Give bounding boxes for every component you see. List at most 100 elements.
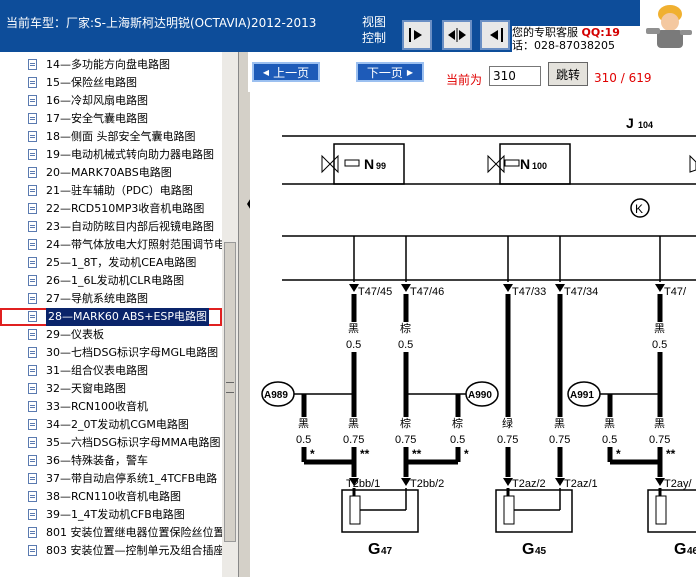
sidebar-item[interactable]: 20—MARK70ABS电路图	[0, 164, 222, 182]
document-icon	[28, 473, 37, 484]
sidebar-item-label: 24—带气体放电大灯照射范围调节电	[46, 238, 222, 251]
sidebar-item[interactable]: 23—自动防眩目内部后视镜电路图	[0, 218, 222, 236]
sidebar-item-label: 20—MARK70ABS电路图	[46, 166, 172, 179]
document-icon	[28, 527, 37, 538]
page-count: 310 / 619	[594, 71, 652, 85]
fit-width-icon	[448, 28, 466, 42]
sidebar-item[interactable]: 36—特殊装备，警车	[0, 452, 222, 470]
sidebar-item-label: 29—仪表板	[46, 328, 104, 341]
sidebar-item-label: 38—RCN110收音机电路图	[46, 490, 181, 503]
sidebar-item-label: 28—MARK60 ABS+ESP电路图	[46, 308, 210, 326]
jump-button[interactable]: 跳转	[548, 62, 588, 86]
document-icon	[28, 77, 37, 88]
wire-color: 黑	[348, 417, 359, 430]
sidebar-item[interactable]: 14—多功能方向盘电路图	[0, 56, 222, 74]
wire-color: 棕	[400, 321, 411, 335]
sidebar-item-label: 30—七档DSG标识字母MGL电路图	[46, 346, 219, 359]
svg-text:A991: A991	[570, 390, 594, 401]
j-label: J	[626, 115, 634, 131]
arrow-right-icon	[409, 28, 422, 42]
sidebar-item[interactable]: 22—RCD510MP3收音机电路图	[0, 200, 222, 218]
document-icon	[28, 203, 37, 214]
sidebar-item[interactable]: 33—RCN100收音机	[0, 398, 222, 416]
sensor-name: G	[522, 541, 534, 558]
sidebar-item[interactable]: 803 安装位置—控制单元及组合插座	[0, 542, 222, 560]
service-phone: 话：028-87038205	[512, 39, 615, 52]
wire-color: 黑	[654, 322, 665, 335]
sidebar-item[interactable]: 30—七档DSG标识字母MGL电路图	[0, 344, 222, 362]
view-fit-both-button[interactable]	[442, 20, 472, 50]
sidebar-item[interactable]: 25—1_8T，发动机CEA电路图	[0, 254, 222, 272]
sidebar-item[interactable]: 801 安装位置继电器位置保险丝位置	[0, 524, 222, 542]
wire-size: 0.5	[346, 339, 361, 351]
sidebar-item[interactable]: 27—导航系统电路图	[0, 290, 222, 308]
wire-color: 黑	[348, 322, 359, 335]
wire-color: 黑	[298, 417, 309, 430]
sensor-sub: 46	[687, 546, 696, 557]
wire-size: 0.5	[652, 339, 667, 351]
sidebar-item[interactable]: 34—2_0T发动机CGM电路图	[0, 416, 222, 434]
connector-label: T47/45	[358, 286, 392, 298]
sidebar-item[interactable]: 18—侧面 头部安全气囊电路图	[0, 128, 222, 146]
sidebar-item[interactable]: 29—仪表板	[0, 326, 222, 344]
sidebar-item[interactable]: 31—组合仪表电路图	[0, 362, 222, 380]
connector-label: T47/	[664, 286, 687, 298]
sidebar-item[interactable]: 38—RCN110收音机电路图	[0, 488, 222, 506]
view-fit-right-button[interactable]	[402, 20, 432, 50]
sidebar-item-label: 37—带自动启停系统1_4TCFB电路	[46, 472, 218, 485]
sidebar-item[interactable]: 26—1_6L发动机CLR电路图	[0, 272, 222, 290]
sidebar-item[interactable]: 39—1_4T发动机CFB电路图	[0, 506, 222, 524]
document-icon	[28, 329, 37, 340]
view-fit-left-button[interactable]	[480, 20, 510, 50]
connector-label: T47/34	[564, 286, 598, 298]
sidebar-item[interactable]: 21—驻车辅助（PDC）电路图	[0, 182, 222, 200]
sensor-name: G	[368, 541, 380, 558]
document-icon	[28, 167, 37, 178]
sidebar-item-label: 32—天窗电路图	[46, 382, 126, 395]
sidebar-item[interactable]: 35—六档DSG标识字母MMA电路图	[0, 434, 222, 452]
pin-label: T2az/1	[564, 478, 598, 490]
sidebar: 14—多功能方向盘电路图 15—保险丝电路图 16—冷却风扇电路图 17—安全气囊电路…	[0, 52, 239, 577]
wire-size: 0.5	[398, 339, 413, 351]
sidebar-item-label: 21—驻车辅助（PDC）电路图	[46, 184, 193, 197]
page-number-input[interactable]	[489, 66, 541, 86]
sidebar-item[interactable]: 24—带气体放电大灯照射范围调节电	[0, 236, 222, 254]
document-icon	[28, 437, 37, 448]
sidebar-item[interactable]: 17—安全气囊电路图	[0, 110, 222, 128]
customer-service-box: 您的专职客服 QQ:19 话：028-87038205	[512, 26, 642, 52]
wire-color: 棕	[400, 416, 411, 430]
wire-size: 0.5	[450, 434, 465, 446]
sidebar-item[interactable]: 37—带自动启停系统1_4TCFB电路	[0, 470, 222, 488]
document-icon	[28, 545, 37, 556]
sidebar-item[interactable]: 28—MARK60 ABS+ESP电路图	[0, 308, 222, 326]
car-model-label: 当前车型：厂家:S-上海斯柯达明锐(OCTAVIA)2012-2013	[6, 16, 317, 30]
diagram-tree: 14—多功能方向盘电路图 15—保险丝电路图 16—冷却风扇电路图 17—安全气囊电路…	[0, 56, 222, 560]
service-qq[interactable]: QQ:19	[582, 26, 620, 39]
sidebar-item-label: 27—导航系统电路图	[46, 292, 148, 305]
sidebar-item[interactable]: 32—天窗电路图	[0, 380, 222, 398]
sidebar-item[interactable]: 15—保险丝电路图	[0, 74, 222, 92]
wire-size: 0.5	[602, 434, 617, 446]
sidebar-item[interactable]: 19—电动机械式转向助力器电路图	[0, 146, 222, 164]
wire-color: 绿	[502, 416, 513, 430]
sidebar-item-label: 23—自动防眩目内部后视镜电路图	[46, 220, 214, 233]
sensor-name: G	[674, 541, 686, 558]
prev-page-button[interactable]: ◀ 上一页	[252, 62, 320, 82]
scrollbar-grip-icon	[226, 382, 234, 393]
document-icon	[28, 113, 37, 124]
document-icon	[28, 59, 37, 70]
wire-size: 0.75	[649, 434, 670, 446]
wire-color: 黑	[554, 417, 565, 430]
panel-splitter[interactable]	[239, 52, 248, 577]
arrow-left-icon	[490, 28, 503, 42]
next-page-button[interactable]: 下一页 ▶	[356, 62, 424, 82]
document-icon	[28, 275, 37, 286]
document-icon	[28, 383, 37, 394]
sidebar-item[interactable]: 16—冷却风扇电路图	[0, 92, 222, 110]
sidebar-scrollbar[interactable]	[222, 52, 238, 577]
wire-color: 棕	[452, 416, 463, 430]
document-icon	[28, 293, 37, 304]
sidebar-item-label: 14—多功能方向盘电路图	[46, 58, 170, 71]
sidebar-item-label: 39—1_4T发动机CFB电路图	[46, 508, 185, 521]
wire-size: 0.75	[343, 434, 364, 446]
